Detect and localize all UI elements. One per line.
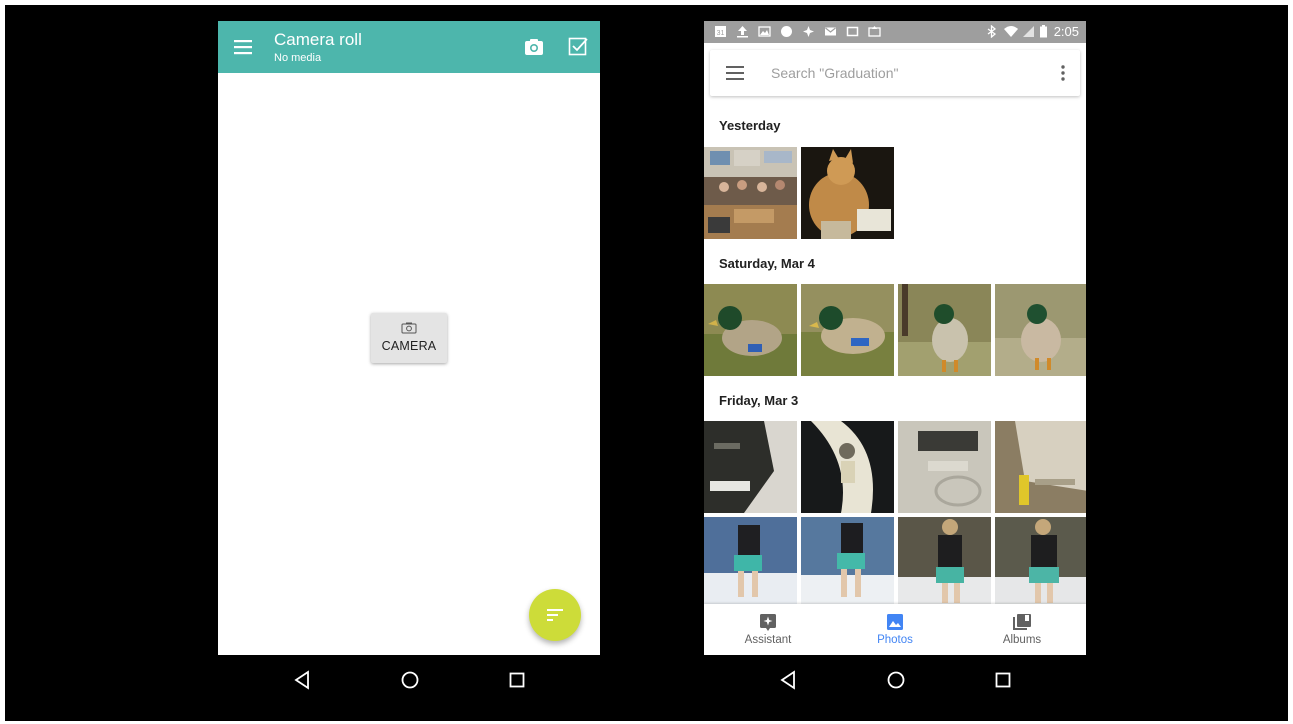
bottom-navigation: Assistant Photos Albums (704, 604, 1086, 655)
calendar-icon: 31 (715, 26, 726, 37)
photo-thumbnail-duck[interactable] (801, 284, 894, 376)
mail-icon (825, 27, 836, 36)
camera-button-label: CAMERA (381, 339, 437, 353)
duck-photo (898, 284, 991, 376)
screen-background: Camera roll No media CAMERA 31 2:05 Sear… (5, 5, 1288, 721)
battery-icon (1040, 25, 1047, 38)
camera-icon[interactable] (523, 36, 545, 58)
app-subtitle: No media (274, 52, 322, 64)
date-heading-saturday: Saturday, Mar 4 (719, 256, 815, 271)
duck-photo (704, 284, 797, 376)
photo-thumbnail-duck[interactable] (995, 284, 1086, 376)
sort-fab[interactable] (529, 589, 581, 641)
date-heading-yesterday: Yesterday (719, 118, 781, 133)
albums-icon (1013, 614, 1031, 630)
sync-icon (781, 26, 792, 37)
status-bar: 31 2:05 (704, 21, 1086, 43)
duck-photo (995, 284, 1086, 376)
home-icon[interactable] (400, 670, 420, 690)
back-icon[interactable] (293, 670, 311, 690)
camera-button[interactable]: CAMERA (371, 313, 447, 363)
sneaker-photo (704, 421, 797, 513)
camera-roll-app: Camera roll No media CAMERA (218, 21, 600, 655)
cat-photo (801, 147, 894, 239)
photo-thumbnail-duck[interactable] (704, 284, 797, 376)
photo-thumbnail-person[interactable] (995, 517, 1086, 609)
wifi-icon (1004, 26, 1018, 37)
home-icon[interactable] (886, 670, 906, 690)
system-nav-bar-right (704, 655, 1086, 705)
search-bar[interactable]: Search "Graduation" (710, 50, 1080, 96)
camera-icon (401, 322, 417, 334)
photo-upload-icon (868, 26, 881, 37)
person-photo (704, 517, 797, 609)
nav-albums[interactable]: Albums (972, 604, 1072, 655)
photo-thumbnail-cat[interactable] (801, 147, 894, 239)
sneaker-photo (801, 421, 894, 513)
menu-icon[interactable] (232, 37, 254, 57)
photo-thumbnail-sneaker[interactable] (995, 421, 1086, 513)
classroom-photo (704, 147, 797, 239)
status-time: 2:05 (1053, 24, 1079, 39)
duck-photo (801, 284, 894, 376)
photo-thumbnail-person[interactable] (801, 517, 894, 609)
photo-thumbnail-duck[interactable] (898, 284, 991, 376)
nav-assistant-label: Assistant (744, 634, 792, 646)
recents-icon[interactable] (508, 670, 526, 690)
photo-thumbnail-person[interactable] (704, 517, 797, 609)
nav-assistant[interactable]: Assistant (718, 604, 818, 655)
photos-app: 31 2:05 Search "Graduation" Yesterday Sa… (704, 21, 1086, 655)
nav-photos[interactable]: Photos (845, 604, 945, 655)
recents-icon[interactable] (994, 670, 1012, 690)
date-heading-friday: Friday, Mar 3 (719, 393, 799, 408)
assistant-icon (760, 614, 776, 631)
photo-thumbnail-sneaker[interactable] (898, 421, 991, 513)
person-photo (801, 517, 894, 609)
image-icon (758, 26, 771, 37)
pinwheel-icon (803, 26, 814, 37)
search-placeholder[interactable]: Search "Graduation" (771, 65, 898, 81)
sneaker-photo (995, 421, 1086, 513)
app-title: Camera roll (274, 30, 362, 49)
photos-icon (887, 614, 903, 630)
svg-text:31: 31 (717, 30, 725, 37)
bluetooth-icon (987, 25, 997, 38)
photo-thumbnail-person[interactable] (898, 517, 991, 609)
app-bar: Camera roll No media (218, 21, 600, 73)
system-nav-bar-left (218, 655, 600, 705)
nav-albums-label: Albums (1002, 634, 1042, 646)
sneaker-photo (898, 421, 991, 513)
signal-icon (1023, 26, 1034, 37)
sort-icon (547, 609, 563, 621)
person-photo (898, 517, 991, 609)
person-photo (995, 517, 1086, 609)
check-box-icon[interactable] (567, 35, 589, 57)
photo-thumbnail-classroom[interactable] (704, 147, 797, 239)
more-vert-icon[interactable] (1060, 65, 1066, 81)
menu-icon[interactable] (725, 65, 745, 81)
window-icon (846, 26, 859, 37)
photo-thumbnail-sneaker[interactable] (704, 421, 797, 513)
upload-icon (737, 26, 748, 38)
photo-thumbnail-sneaker[interactable] (801, 421, 894, 513)
back-icon[interactable] (779, 670, 797, 690)
nav-photos-label: Photos (877, 634, 913, 646)
